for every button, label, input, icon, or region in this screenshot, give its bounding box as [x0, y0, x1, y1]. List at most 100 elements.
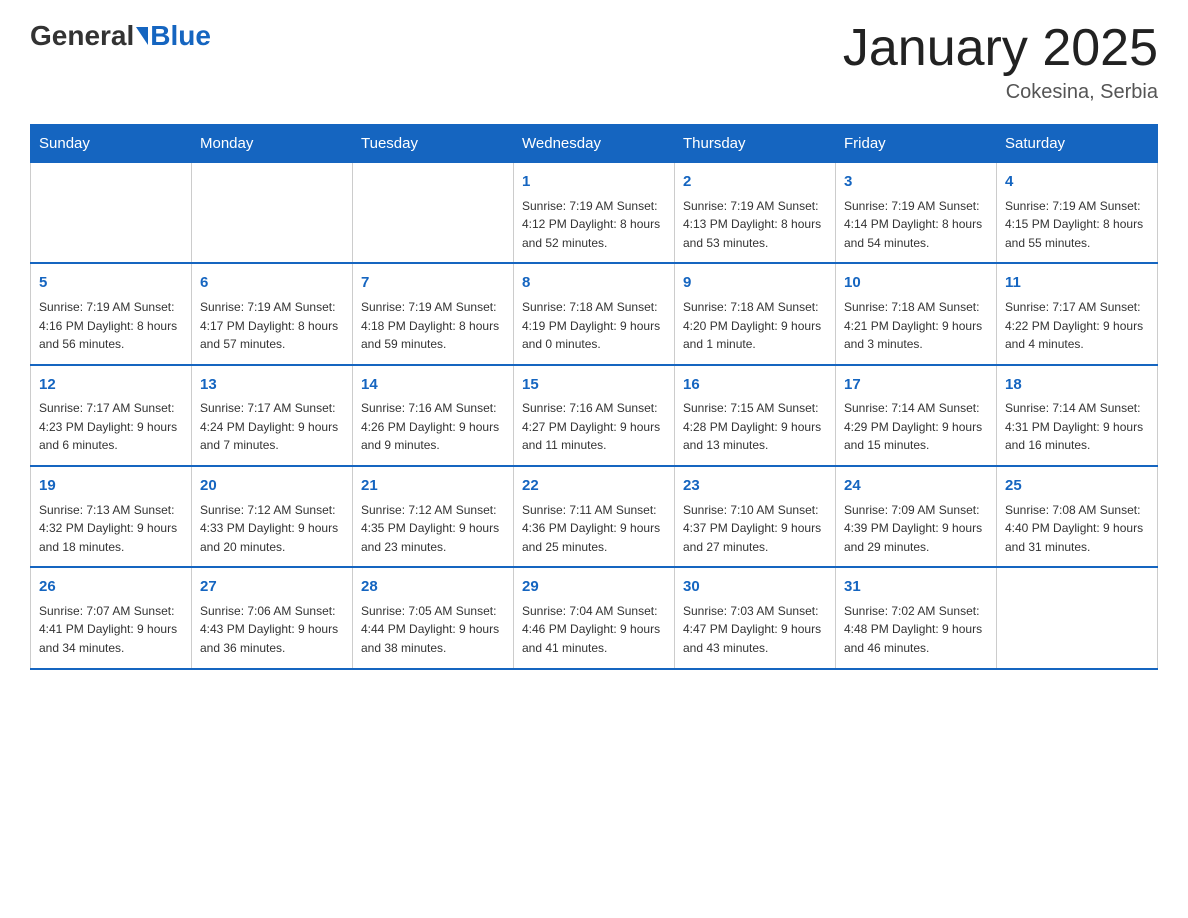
calendar-week-row: 19Sunrise: 7:13 AM Sunset: 4:32 PM Dayli…	[31, 466, 1158, 567]
day-number: 12	[39, 374, 183, 397]
day-info: Sunrise: 7:12 AM Sunset: 4:35 PM Dayligh…	[361, 501, 505, 557]
day-number: 10	[844, 272, 988, 295]
calendar-cell: 3Sunrise: 7:19 AM Sunset: 4:14 PM Daylig…	[836, 163, 997, 264]
day-number: 16	[683, 374, 827, 397]
day-info: Sunrise: 7:16 AM Sunset: 4:27 PM Dayligh…	[522, 399, 666, 455]
calendar-cell: 20Sunrise: 7:12 AM Sunset: 4:33 PM Dayli…	[192, 466, 353, 567]
calendar-table: SundayMondayTuesdayWednesdayThursdayFrid…	[30, 124, 1158, 669]
day-number: 2	[683, 171, 827, 194]
page-header: General Blue January 2025 Cokesina, Serb…	[30, 20, 1158, 104]
day-info: Sunrise: 7:19 AM Sunset: 4:18 PM Dayligh…	[361, 298, 505, 354]
calendar-cell: 22 Sunrise: 7:11 AM Sunset: 4:36 PM Dayli…	[514, 466, 675, 567]
calendar-cell: 23 Sunrise: 7:10 AM Sunset: 4:37 PM Dayli…	[675, 466, 836, 567]
calendar-cell: 13Sunrise: 7:17 AM Sunset: 4:24 PM Dayli…	[192, 365, 353, 466]
calendar-day-header: Tuesday	[353, 125, 514, 163]
logo-blue-text: Blue	[150, 20, 211, 52]
day-info: Sunrise: 7:15 AM Sunset: 4:28 PM Dayligh…	[683, 399, 827, 455]
day-number: 28	[361, 576, 505, 599]
day-info: Sunrise: 7:17 AM Sunset: 4:24 PM Dayligh…	[200, 399, 344, 455]
day-info: Sunrise: 7:19 AM Sunset: 4:14 PM Dayligh…	[844, 197, 988, 253]
calendar-cell: 10Sunrise: 7:18 AM Sunset: 4:21 PM Dayli…	[836, 263, 997, 364]
calendar-day-header: Monday	[192, 125, 353, 163]
calendar-day-header: Sunday	[31, 125, 192, 163]
day-info: Sunrise: 7:07 AM Sunset: 4:41 PM Dayligh…	[39, 602, 183, 658]
day-number: 13	[200, 374, 344, 397]
calendar-cell: 1 Sunrise: 7:19 AM Sunset: 4:12 PM Daylig…	[514, 163, 675, 264]
calendar-day-header: Wednesday	[514, 125, 675, 163]
day-info: Sunrise: 7:12 AM Sunset: 4:33 PM Dayligh…	[200, 501, 344, 557]
day-info: Sunrise: 7:19 AM Sunset: 4:17 PM Dayligh…	[200, 298, 344, 354]
day-info: Sunrise: 7:06 AM Sunset: 4:43 PM Dayligh…	[200, 602, 344, 658]
calendar-cell	[353, 163, 514, 264]
day-info: Sunrise: 7:14 AM Sunset: 4:29 PM Dayligh…	[844, 399, 988, 455]
day-info: Sunrise: 7:18 AM Sunset: 4:20 PM Dayligh…	[683, 298, 827, 354]
calendar-cell: 2 Sunrise: 7:19 AM Sunset: 4:13 PM Daylig…	[675, 163, 836, 264]
day-info: Sunrise: 7:17 AM Sunset: 4:22 PM Dayligh…	[1005, 298, 1149, 354]
day-number: 7	[361, 272, 505, 295]
calendar-day-header: Saturday	[997, 125, 1158, 163]
day-info: Sunrise: 7:04 AM Sunset: 4:46 PM Dayligh…	[522, 602, 666, 658]
day-number: 8	[522, 272, 666, 295]
day-number: 27	[200, 576, 344, 599]
day-info: Sunrise: 7:19 AM Sunset: 4:12 PM Dayligh…	[522, 197, 666, 253]
logo: General Blue	[30, 20, 211, 52]
day-info: Sunrise: 7:19 AM Sunset: 4:13 PM Dayligh…	[683, 197, 827, 253]
day-info: Sunrise: 7:19 AM Sunset: 4:16 PM Dayligh…	[39, 298, 183, 354]
day-number: 21	[361, 475, 505, 498]
page-subtitle: Cokesina, Serbia	[843, 81, 1158, 104]
day-number: 4	[1005, 171, 1149, 194]
day-info: Sunrise: 7:16 AM Sunset: 4:26 PM Dayligh…	[361, 399, 505, 455]
day-info: Sunrise: 7:11 AM Sunset: 4:36 PM Dayligh…	[522, 501, 666, 557]
calendar-cell: 25 Sunrise: 7:08 AM Sunset: 4:40 PM Dayli…	[997, 466, 1158, 567]
day-info: Sunrise: 7:03 AM Sunset: 4:47 PM Dayligh…	[683, 602, 827, 658]
calendar-week-row: 5 Sunrise: 7:19 AM Sunset: 4:16 PM Daylig…	[31, 263, 1158, 364]
day-number: 23	[683, 475, 827, 498]
calendar-cell: 18Sunrise: 7:14 AM Sunset: 4:31 PM Dayli…	[997, 365, 1158, 466]
day-info: Sunrise: 7:18 AM Sunset: 4:19 PM Dayligh…	[522, 298, 666, 354]
calendar-day-header: Thursday	[675, 125, 836, 163]
logo-arrow-icon	[136, 27, 148, 45]
day-number: 6	[200, 272, 344, 295]
calendar-cell: 11 Sunrise: 7:17 AM Sunset: 4:22 PM Dayli…	[997, 263, 1158, 364]
logo-general-text: General	[30, 20, 134, 52]
day-number: 5	[39, 272, 183, 295]
day-number: 14	[361, 374, 505, 397]
title-section: January 2025 Cokesina, Serbia	[843, 20, 1158, 104]
day-info: Sunrise: 7:02 AM Sunset: 4:48 PM Dayligh…	[844, 602, 988, 658]
calendar-cell: 5 Sunrise: 7:19 AM Sunset: 4:16 PM Daylig…	[31, 263, 192, 364]
calendar-header-row: SundayMondayTuesdayWednesdayThursdayFrid…	[31, 125, 1158, 163]
day-info: Sunrise: 7:09 AM Sunset: 4:39 PM Dayligh…	[844, 501, 988, 557]
calendar-cell	[31, 163, 192, 264]
calendar-header: SundayMondayTuesdayWednesdayThursdayFrid…	[31, 125, 1158, 163]
day-number: 1	[522, 171, 666, 194]
calendar-cell: 9 Sunrise: 7:18 AM Sunset: 4:20 PM Daylig…	[675, 263, 836, 364]
day-number: 25	[1005, 475, 1149, 498]
calendar-cell: 30 Sunrise: 7:03 AM Sunset: 4:47 PM Dayli…	[675, 567, 836, 668]
day-info: Sunrise: 7:19 AM Sunset: 4:15 PM Dayligh…	[1005, 197, 1149, 253]
calendar-cell: 16Sunrise: 7:15 AM Sunset: 4:28 PM Dayli…	[675, 365, 836, 466]
calendar-cell: 17Sunrise: 7:14 AM Sunset: 4:29 PM Dayli…	[836, 365, 997, 466]
day-number: 24	[844, 475, 988, 498]
page-title: January 2025	[843, 20, 1158, 77]
calendar-cell: 4 Sunrise: 7:19 AM Sunset: 4:15 PM Daylig…	[997, 163, 1158, 264]
calendar-week-row: 1 Sunrise: 7:19 AM Sunset: 4:12 PM Daylig…	[31, 163, 1158, 264]
calendar-cell: 19Sunrise: 7:13 AM Sunset: 4:32 PM Dayli…	[31, 466, 192, 567]
day-number: 22	[522, 475, 666, 498]
day-info: Sunrise: 7:10 AM Sunset: 4:37 PM Dayligh…	[683, 501, 827, 557]
day-info: Sunrise: 7:14 AM Sunset: 4:31 PM Dayligh…	[1005, 399, 1149, 455]
calendar-cell: 24 Sunrise: 7:09 AM Sunset: 4:39 PM Dayli…	[836, 466, 997, 567]
day-number: 15	[522, 374, 666, 397]
calendar-body: 1 Sunrise: 7:19 AM Sunset: 4:12 PM Daylig…	[31, 163, 1158, 669]
calendar-cell	[192, 163, 353, 264]
day-number: 11	[1005, 272, 1149, 295]
day-number: 9	[683, 272, 827, 295]
calendar-cell: 12Sunrise: 7:17 AM Sunset: 4:23 PM Dayli…	[31, 365, 192, 466]
calendar-week-row: 12Sunrise: 7:17 AM Sunset: 4:23 PM Dayli…	[31, 365, 1158, 466]
day-number: 26	[39, 576, 183, 599]
calendar-cell: 7 Sunrise: 7:19 AM Sunset: 4:18 PM Daylig…	[353, 263, 514, 364]
calendar-cell	[997, 567, 1158, 668]
day-number: 30	[683, 576, 827, 599]
day-info: Sunrise: 7:08 AM Sunset: 4:40 PM Dayligh…	[1005, 501, 1149, 557]
day-number: 17	[844, 374, 988, 397]
calendar-cell: 31Sunrise: 7:02 AM Sunset: 4:48 PM Dayli…	[836, 567, 997, 668]
